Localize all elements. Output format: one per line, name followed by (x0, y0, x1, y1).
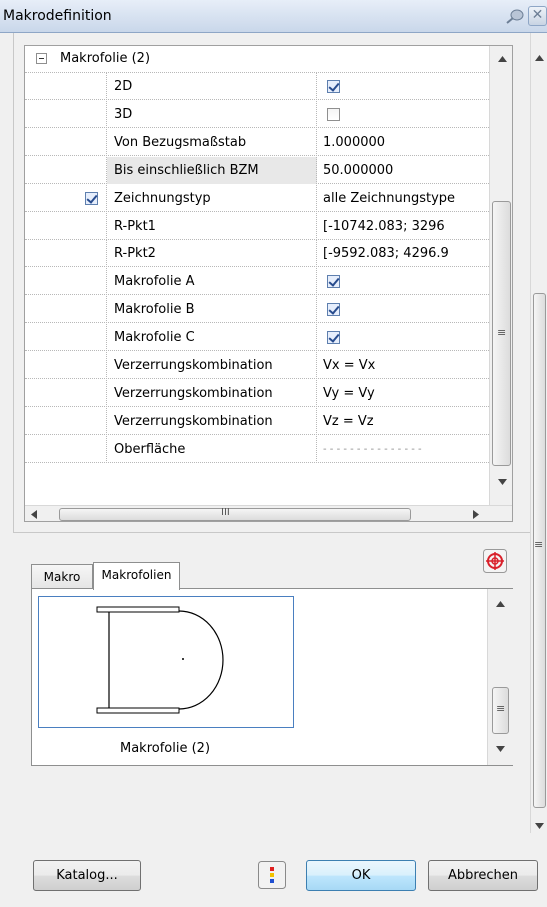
property-name: Makrofolie C (114, 330, 195, 346)
row-gutter (25, 407, 107, 435)
property-value[interactable]: [-10742.083; 3296 (323, 219, 485, 234)
tab-makrofolien[interactable]: Makrofolien (93, 562, 180, 590)
grid-hscroll-thumb[interactable] (59, 508, 411, 521)
pin-icon[interactable] (504, 7, 526, 25)
property-value[interactable]: 50.000000 (323, 163, 485, 178)
row-enable-checkbox[interactable] (85, 191, 98, 205)
grid-scrollbar[interactable]: ≡ (489, 46, 512, 506)
property-value[interactable]: Vy = Vy (323, 386, 485, 401)
group-label: Makrofolie (2) (60, 51, 151, 66)
property-name: Makrofolie B (114, 302, 195, 318)
dialog-scrollbar[interactable]: ≡ (530, 33, 547, 833)
property-name: 3D (114, 106, 133, 122)
collapse-icon[interactable] (36, 53, 47, 64)
row-gutter (25, 240, 107, 268)
grid-hscrollbar[interactable]: III (25, 505, 512, 521)
grid-scroll-up-icon[interactable] (498, 56, 507, 62)
title-bar: Makrodefinition ✕ (0, 0, 547, 33)
group-row[interactable]: Makrofolie (2) (25, 46, 489, 73)
property-value-checkbox[interactable] (327, 331, 340, 345)
property-row[interactable]: Makrofolie B (25, 296, 489, 324)
property-name-cell[interactable] (107, 100, 317, 128)
grid-hscroll-grip: III (221, 507, 230, 518)
row-gutter (25, 268, 107, 296)
row-gutter (25, 435, 107, 463)
tab-makro[interactable]: Makro (31, 564, 93, 590)
preview-scrollbar[interactable]: ≡ (487, 589, 513, 765)
property-name: R-Pkt1 (114, 218, 156, 234)
scroll-down-arrow-icon[interactable] (535, 823, 544, 829)
row-gutter (25, 100, 107, 128)
row-gutter (25, 73, 107, 100)
property-name: Oberfläche (114, 441, 186, 457)
property-name: Makrofolie A (114, 274, 195, 290)
macro-preview-thumbnail[interactable] (38, 596, 294, 728)
property-name: Von Bezugsmaßstab (114, 134, 247, 150)
ok-button[interactable]: OK (306, 860, 416, 891)
property-row[interactable]: Makrofolie A (25, 268, 489, 296)
property-value-checkbox[interactable] (327, 275, 340, 289)
grid-scroll-down-icon[interactable] (498, 479, 507, 485)
property-value[interactable]: Vx = Vx (323, 358, 485, 373)
property-name: Bis einschließlich BZM (114, 162, 259, 178)
row-gutter (25, 212, 107, 240)
grid-scroll-left-icon[interactable] (31, 510, 37, 519)
property-name-cell[interactable] (107, 73, 317, 100)
property-row[interactable]: Von Bezugsmaßstab 1.000000 (25, 128, 489, 156)
property-value[interactable]: - - - - - - - - - - - - - - - (323, 444, 485, 455)
property-row[interactable]: 3D (25, 100, 489, 128)
property-value[interactable]: alle Zeichnungstype (323, 191, 485, 206)
row-gutter (25, 379, 107, 407)
property-value[interactable]: [-9592.083; 4296.9 (323, 246, 485, 261)
property-name: Zeichnungstyp (114, 190, 211, 206)
color-layers-icon[interactable] (258, 861, 286, 889)
property-name: Verzerrungskombination (114, 385, 273, 401)
preview-scroll-up-icon[interactable] (496, 601, 505, 607)
catalog-button[interactable]: Katalog... (33, 860, 141, 891)
row-gutter (25, 184, 107, 212)
row-gutter (25, 352, 107, 379)
grid-scroll-right-icon[interactable] (473, 510, 479, 519)
property-value-checkbox[interactable] (327, 80, 340, 93)
preview-scroll-grip: ≡ (496, 702, 506, 715)
preview-scroll-down-icon[interactable] (496, 746, 505, 752)
property-row[interactable]: Verzerrungskombination Vz = Vz (25, 407, 489, 435)
property-value-checkbox[interactable] (327, 107, 340, 121)
property-name: R-Pkt2 (114, 246, 156, 262)
property-row[interactable]: Verzerrungskombination Vy = Vy (25, 379, 489, 407)
property-row[interactable]: Bis einschließlich BZM 50.000000 (25, 156, 489, 184)
scroll-up-arrow-icon[interactable] (535, 55, 544, 61)
preview-caption: Makrofolie (2) (120, 741, 211, 756)
property-row[interactable]: Zeichnungstyp alle Zeichnungstype (25, 184, 489, 212)
property-row[interactable]: Oberfläche - - - - - - - - - - - - - - - (25, 435, 489, 463)
property-row[interactable]: R-Pkt1 [-10742.083; 3296 (25, 212, 489, 240)
target-icon[interactable] (483, 549, 507, 573)
cancel-button[interactable]: Abbrechen (428, 860, 538, 891)
property-row[interactable]: R-Pkt2 [-9592.083; 4296.9 (25, 240, 489, 268)
property-row[interactable]: Makrofolie C (25, 324, 489, 352)
row-gutter (25, 156, 107, 184)
property-value-checkbox[interactable] (327, 303, 340, 317)
property-row[interactable]: Verzerrungskombination Vx = Vx (25, 352, 489, 379)
grid-scroll-grip: ≡ (497, 326, 507, 339)
dialog-scroll-grip: ≡ (534, 538, 544, 551)
window-title: Makrodefinition (3, 8, 112, 24)
panel-border-left (13, 33, 14, 533)
property-name: Verzerrungskombination (114, 358, 273, 373)
property-row[interactable]: 2D (25, 73, 489, 100)
row-gutter (25, 324, 107, 352)
row-gutter (25, 296, 107, 324)
close-button[interactable]: ✕ (528, 6, 547, 26)
property-value[interactable]: Vz = Vz (323, 414, 485, 429)
property-name: 2D (114, 79, 133, 94)
property-value[interactable]: 1.000000 (323, 135, 485, 150)
macro-shape-drawing (96, 606, 224, 714)
property-name: Verzerrungskombination (114, 413, 273, 429)
row-gutter (25, 128, 107, 156)
property-grid: Makrofolie (2) 2D 3D Von Bezugsmaßstab 1.00… (24, 45, 513, 522)
panel-border-bottom (13, 532, 530, 533)
